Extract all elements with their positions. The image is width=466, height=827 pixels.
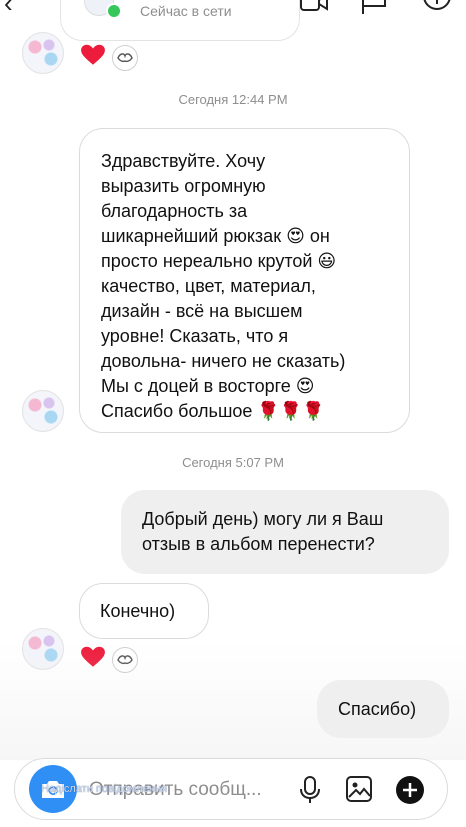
message-composer: Отправить сообщ... Надіслати повідомленн…	[14, 758, 448, 820]
reactions-row	[80, 644, 138, 675]
sender-avatar[interactable]	[22, 32, 64, 74]
heart-icon[interactable]	[80, 644, 106, 675]
microphone-icon[interactable]	[297, 775, 323, 810]
message-line: качество, цвет, материал,	[101, 276, 316, 296]
timestamp: Сегодня 12:44 PM	[178, 92, 288, 107]
heart-icon[interactable]	[80, 42, 106, 73]
message-line: отзыв в альбом перенести?	[142, 534, 375, 554]
outgoing-message-bubble[interactable]: Спасибо)	[317, 680, 449, 738]
outgoing-message-bubble[interactable]: Добрый день) могу ли я Ваш отзыв в альбо…	[121, 490, 449, 574]
flag-icon[interactable]	[360, 0, 388, 21]
back-arrow-icon[interactable]: ‹	[4, 0, 13, 19]
add-reaction-icon[interactable]	[112, 646, 138, 673]
gallery-icon[interactable]	[345, 775, 373, 808]
send-hint: Надіслати повідомлення	[41, 783, 168, 795]
timestamp: Сегодня 5:07 PM	[182, 455, 284, 470]
incoming-message-bubble[interactable]: Здравствуйте. Хочу выразить огромную бла…	[79, 128, 410, 433]
sender-avatar[interactable]	[22, 390, 64, 432]
message-line: просто нереально крутой 😃	[101, 251, 337, 271]
message-line: благодарность за	[101, 201, 248, 221]
message-line: Спасибо большое 🌹🌹🌹	[101, 401, 325, 421]
previous-message-bubble	[60, 0, 300, 41]
message-line: Добрый день) могу ли я Ваш	[142, 509, 384, 529]
sender-avatar[interactable]	[22, 628, 64, 670]
incoming-message-bubble[interactable]: Конечно)	[79, 583, 209, 639]
message-text: Конечно)	[100, 601, 176, 621]
message-line: Здравствуйте. Хочу	[101, 151, 266, 171]
add-icon[interactable]	[395, 775, 425, 810]
message-line: дизайн - всё на высшем	[101, 301, 303, 321]
message-line: довольна- ничего не сказать)	[101, 351, 346, 371]
reactions-row	[80, 42, 138, 73]
add-reaction-icon[interactable]	[112, 44, 138, 71]
message-text: Спасибо)	[338, 699, 417, 719]
message-line: выразить огромную	[101, 176, 266, 196]
video-call-icon[interactable]	[300, 0, 328, 21]
message-line: уровне! Сказать, что я	[101, 326, 289, 346]
message-line: шикарнейший рюкзак 😍 он	[101, 226, 330, 246]
info-icon[interactable]	[422, 0, 452, 21]
message-line: Мы с доцей в восторге 😍	[101, 376, 315, 396]
